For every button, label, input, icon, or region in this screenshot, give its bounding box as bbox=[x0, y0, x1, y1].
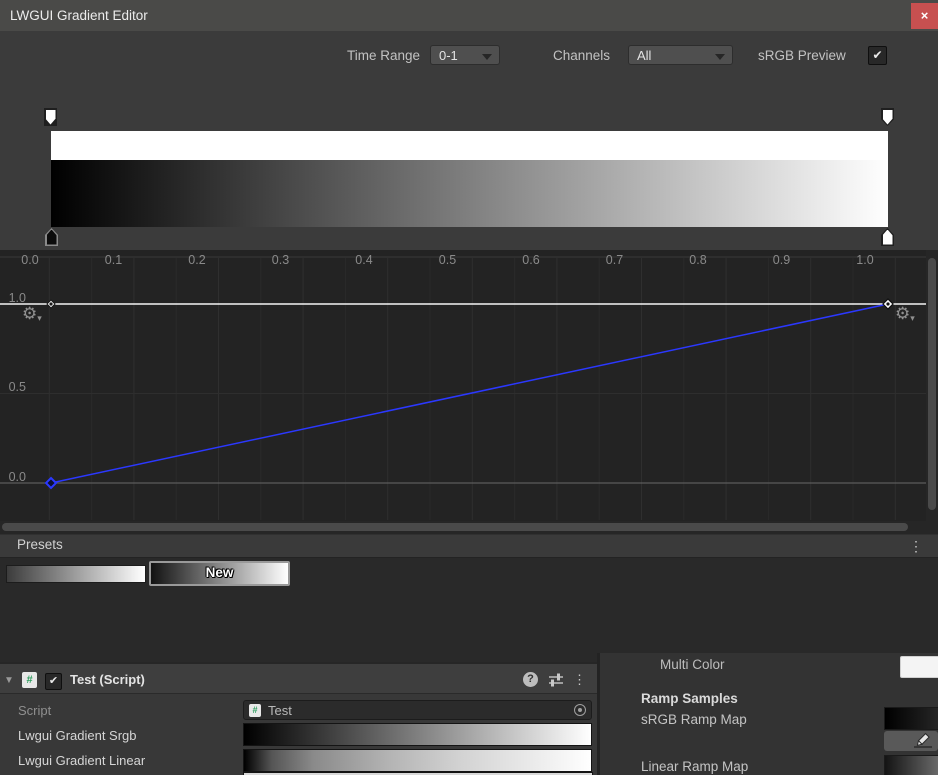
channels-dropdown[interactable]: All bbox=[628, 45, 733, 65]
gradient-editor-window: LWGUI Gradient Editor × Time Range 0-1 C… bbox=[0, 0, 938, 775]
srgb-preview-checkbox[interactable]: ✔ bbox=[868, 46, 887, 65]
horizontal-scrollbar-handle[interactable] bbox=[2, 523, 908, 531]
curve-options-gear-left[interactable]: ⚙▾ bbox=[22, 305, 46, 325]
close-button[interactable]: × bbox=[911, 3, 938, 29]
alpha-key-marker-right[interactable] bbox=[881, 108, 894, 126]
time-range-dropdown[interactable]: 0-1 bbox=[430, 45, 500, 65]
script-field-value: Test bbox=[268, 703, 292, 718]
curve-editor[interactable]: 1.0 0.5 0.0 bbox=[0, 250, 938, 534]
gradient-srgb-field[interactable] bbox=[243, 723, 592, 746]
component-enabled-checkbox[interactable]: ✔ bbox=[45, 673, 62, 690]
channels-label: Channels bbox=[553, 47, 610, 65]
axis-tick-label: 0.4 bbox=[355, 253, 372, 267]
window-title: LWGUI Gradient Editor bbox=[10, 0, 148, 31]
script-row-label: Script bbox=[18, 703, 51, 718]
axis-tick-label: 0.5 bbox=[0, 381, 26, 394]
time-range-label: Time Range bbox=[347, 47, 420, 65]
srgb-ramp-map-swatch[interactable] bbox=[884, 707, 938, 730]
gradient-color-strip[interactable] bbox=[51, 160, 888, 227]
gradient-linear-label: Lwgui Gradient Linear bbox=[18, 753, 145, 768]
color-key-marker-right[interactable] bbox=[881, 228, 894, 246]
axis-tick-label: 0.0 bbox=[0, 471, 26, 484]
presets-sliders-icon[interactable] bbox=[548, 672, 564, 693]
pencil-icon bbox=[884, 731, 938, 751]
axis-tick-label: 0.5 bbox=[439, 253, 456, 267]
csharp-script-icon: # bbox=[22, 672, 37, 688]
gradient-linear-field[interactable] bbox=[243, 749, 592, 772]
channels-value: All bbox=[637, 48, 651, 63]
alpha-key-left-center bbox=[49, 302, 52, 305]
srgb-ramp-map-label: sRGB Ramp Map bbox=[641, 712, 747, 727]
gear-icon: ⚙ bbox=[22, 304, 37, 323]
presets-header bbox=[0, 534, 938, 558]
script-object-field[interactable]: # Test bbox=[243, 700, 592, 720]
axis-tick-label: 0.1 bbox=[105, 253, 122, 267]
color-key-marker-left[interactable] bbox=[45, 228, 58, 246]
chevron-down-icon bbox=[715, 54, 725, 60]
preset-label: New bbox=[151, 565, 288, 580]
csharp-script-icon: # bbox=[249, 704, 261, 717]
axis-tick-label: 0.8 bbox=[689, 253, 706, 267]
vertical-scrollbar-handle[interactable] bbox=[928, 258, 936, 510]
gradient-alpha-strip[interactable] bbox=[51, 131, 888, 160]
gradient-srgb-label: Lwgui Gradient Srgb bbox=[18, 728, 137, 743]
chevron-down-icon: ▾ bbox=[37, 313, 42, 323]
preset-swatch-new[interactable]: New bbox=[149, 561, 290, 586]
srgb-preview-label: sRGB Preview bbox=[758, 47, 846, 65]
kebab-menu-icon[interactable]: ⋮ bbox=[573, 672, 585, 688]
axis-tick-label: 0.0 bbox=[21, 253, 38, 267]
alpha-key-right-center bbox=[886, 302, 889, 305]
presets-title: Presets bbox=[17, 537, 63, 552]
preset-swatch-gradient[interactable] bbox=[6, 565, 146, 583]
value-key-left[interactable] bbox=[46, 478, 56, 488]
component-title: Test (Script) bbox=[70, 672, 145, 687]
linear-ramp-map-swatch[interactable] bbox=[884, 755, 938, 775]
foldout-arrow-icon[interactable]: ▼ bbox=[4, 675, 14, 686]
edit-ramp-button[interactable] bbox=[884, 731, 938, 751]
title-bar[interactable]: LWGUI Gradient Editor × bbox=[0, 0, 938, 31]
axis-tick-label: 0.2 bbox=[188, 253, 205, 267]
linear-ramp-map-label: Linear Ramp Map bbox=[641, 759, 748, 774]
axis-tick-label: 1.0 bbox=[856, 253, 873, 267]
alpha-key-marker-left[interactable] bbox=[44, 108, 57, 126]
object-picker-icon[interactable] bbox=[574, 704, 586, 716]
multi-color-label: Multi Color bbox=[660, 657, 725, 672]
multi-color-swatch[interactable] bbox=[900, 656, 938, 678]
curve-options-gear-right[interactable]: ⚙▾ bbox=[895, 305, 919, 325]
chevron-down-icon bbox=[482, 54, 492, 60]
help-icon[interactable]: ? bbox=[523, 672, 538, 687]
curve-plot[interactable] bbox=[0, 250, 938, 534]
time-range-value: 0-1 bbox=[439, 48, 458, 63]
axis-tick-label: 0.3 bbox=[272, 253, 289, 267]
gear-icon: ⚙ bbox=[895, 304, 910, 323]
kebab-menu-icon[interactable]: ⋮ bbox=[909, 538, 923, 555]
chevron-down-icon: ▾ bbox=[910, 313, 915, 323]
axis-tick-label: 0.7 bbox=[606, 253, 623, 267]
axis-tick-label: 0.6 bbox=[522, 253, 539, 267]
ramp-samples-heading: Ramp Samples bbox=[641, 691, 738, 706]
axis-tick-label: 0.9 bbox=[773, 253, 790, 267]
